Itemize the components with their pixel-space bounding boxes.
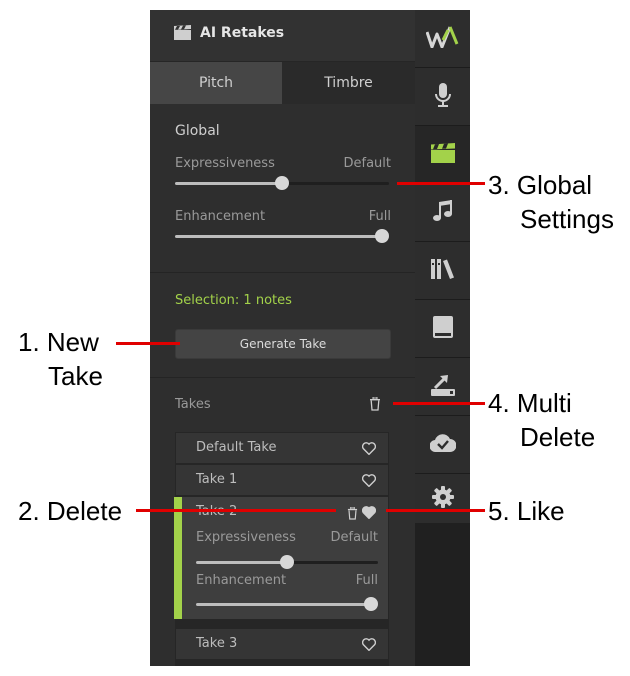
gear-icon [431, 485, 454, 512]
take-item-1[interactable]: Take 1 [176, 465, 388, 495]
cloud-check-icon [428, 433, 456, 456]
annotation-global-settings: 3. Global Settings [488, 170, 614, 234]
take-enhancement-slider-fill [196, 603, 371, 606]
heart-outline-icon[interactable] [361, 440, 377, 459]
annotation-line-multi-delete [393, 402, 485, 405]
expressiveness-value: Default [343, 156, 392, 171]
library-icon [430, 258, 455, 283]
take-name: Take 1 [196, 472, 238, 487]
heart-outline-icon[interactable] [361, 472, 377, 491]
clapperboard-icon [174, 25, 191, 44]
multi-delete-trash-icon[interactable] [369, 396, 381, 415]
enhancement-slider-handle[interactable] [375, 229, 389, 243]
annotation-line-new-take [116, 342, 180, 345]
selection-status: Selection: 1 notes [175, 293, 292, 308]
take-expressiveness-slider[interactable] [196, 555, 378, 569]
divider [150, 377, 415, 378]
tab-timbre[interactable]: Timbre [282, 62, 415, 104]
take-expressiveness-slider-handle[interactable] [280, 555, 294, 569]
generate-take-button[interactable]: Generate Take [175, 329, 391, 359]
sidebar-item-book[interactable] [415, 300, 470, 358]
take-enhancement-value: Full [355, 573, 378, 588]
take-name: Take 3 [196, 636, 238, 651]
expressiveness-slider-fill [175, 182, 282, 185]
export-icon [430, 374, 455, 400]
divider [150, 272, 415, 273]
book-icon [432, 315, 453, 342]
annotation-new-take: 1. New Take [18, 327, 103, 391]
takes-heading: Takes [175, 397, 211, 412]
enhancement-value: Full [368, 209, 391, 224]
sidebar-item-library[interactable] [415, 242, 470, 300]
heart-filled-icon[interactable] [361, 504, 377, 523]
tab-bar: Pitch Timbre [150, 62, 415, 104]
takes-list: Default Take Take 1 Take 2 [174, 432, 389, 666]
selected-take-indicator [174, 497, 182, 619]
expressiveness-slider[interactable] [175, 176, 389, 190]
panel-header: AI Retakes [150, 10, 415, 62]
take-item-default[interactable]: Default Take [176, 433, 388, 463]
annotation-line-global-settings [397, 182, 485, 185]
sidebar-item-cloud[interactable] [415, 416, 470, 474]
music-note-icon [432, 199, 453, 226]
take-enhancement-label: Enhancement [196, 573, 287, 588]
take-expressiveness-value: Default [330, 530, 379, 545]
take-item-2-expanded[interactable]: Take 2 Expressiveness Default Enhancemen… [174, 497, 388, 619]
microphone-icon [434, 82, 451, 111]
sidebar-item-music[interactable] [415, 184, 470, 242]
sidebar-empty-area [415, 523, 470, 666]
global-heading: Global [175, 123, 220, 139]
panel-title: AI Retakes [200, 25, 285, 41]
annotation-like: 5. Like [488, 496, 565, 526]
sidebar-item-settings[interactable] [415, 474, 470, 524]
tool-sidebar [415, 10, 470, 666]
delete-trash-icon[interactable] [347, 505, 358, 524]
heart-outline-icon[interactable] [361, 636, 377, 655]
take-expressiveness-slider-fill [196, 561, 287, 564]
enhancement-label: Enhancement [175, 209, 266, 224]
sidebar-logo[interactable] [415, 10, 470, 68]
sidebar-item-export[interactable] [415, 358, 470, 416]
annotation-delete: 2. Delete [18, 496, 123, 526]
take-enhancement-slider[interactable] [196, 597, 378, 611]
take-expressiveness-label: Expressiveness [196, 530, 296, 545]
sidebar-item-ai-retakes[interactable] [415, 126, 470, 184]
enhancement-slider[interactable] [175, 229, 389, 243]
annotation-multi-delete: 4. Multi Delete [488, 388, 596, 452]
tab-pitch[interactable]: Pitch [150, 62, 282, 104]
annotation-line-like [386, 509, 485, 512]
annotation-line-delete [136, 509, 336, 512]
clapperboard-icon [430, 142, 455, 167]
logo-icon [425, 25, 460, 52]
enhancement-slider-fill [175, 235, 382, 238]
take-name: Default Take [196, 440, 277, 455]
take-enhancement-slider-handle[interactable] [364, 597, 378, 611]
sidebar-item-record[interactable] [415, 68, 470, 126]
take-item-3[interactable]: Take 3 [176, 629, 388, 659]
ai-retakes-panel: AI Retakes Pitch Timbre Global Expressiv… [150, 10, 415, 666]
expressiveness-slider-handle[interactable] [275, 176, 289, 190]
expressiveness-label: Expressiveness [175, 156, 275, 171]
